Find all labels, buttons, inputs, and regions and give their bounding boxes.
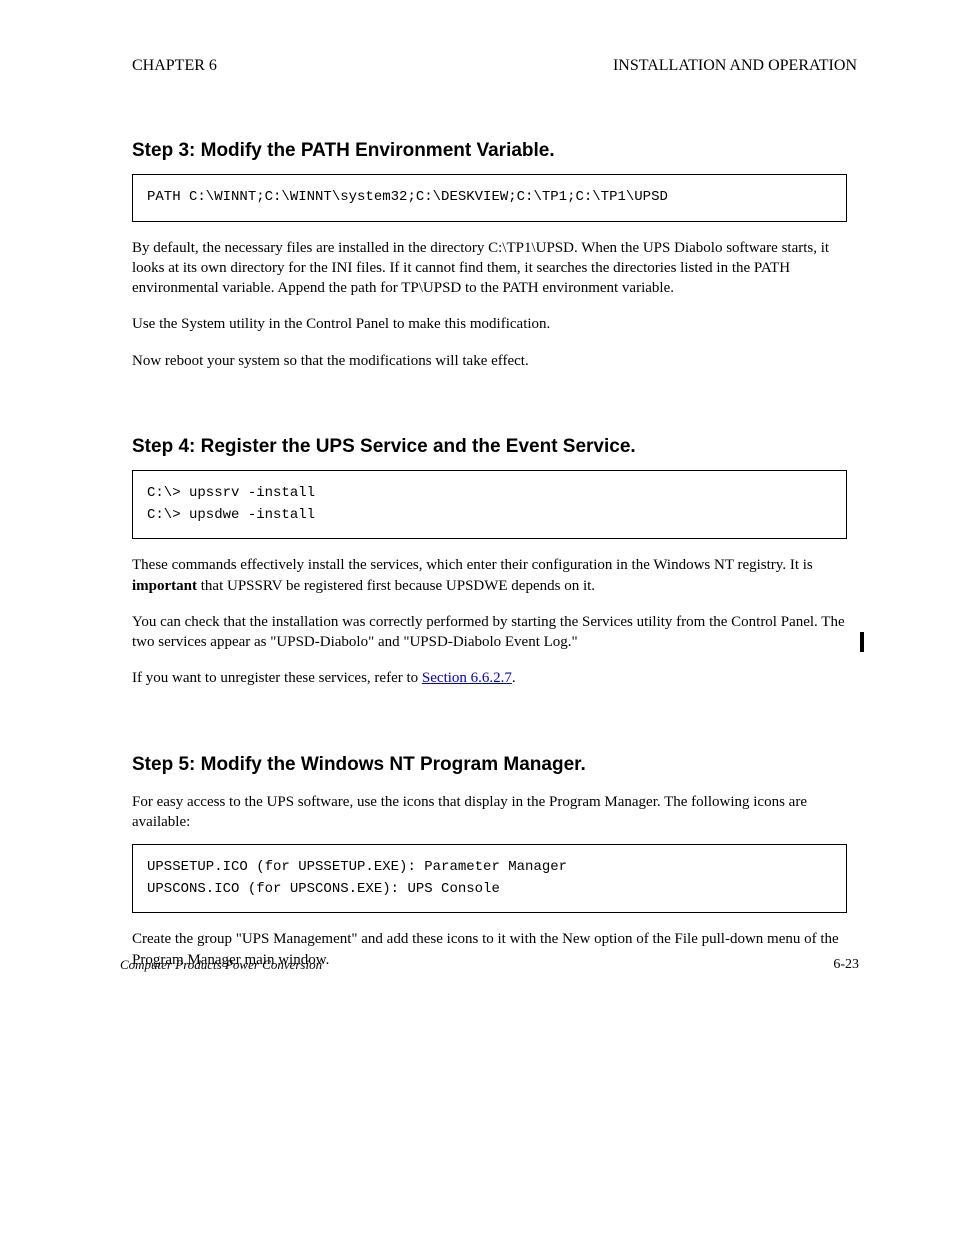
step5-title: Step 5: Modify the Windows NT Program Ma… bbox=[132, 754, 859, 776]
paragraph: For easy access to the UPS software, use… bbox=[132, 792, 847, 833]
bold-important: important bbox=[132, 578, 197, 594]
text-span: that UPSSRV be registered first because … bbox=[197, 578, 595, 594]
step3-code-box: PATH C:\WINNT;C:\WINNT\system32;C:\DESKV… bbox=[132, 174, 847, 222]
step3-body: By default, the necessary files are inst… bbox=[132, 238, 847, 371]
header-chapter: CHAPTER 6 bbox=[132, 57, 217, 75]
page-number: 6-23 bbox=[833, 957, 859, 973]
code-line: PATH C:\WINNT;C:\WINNT\system32;C:\DESKV… bbox=[147, 187, 832, 209]
code-line: UPSSETUP.ICO (for UPSSETUP.EXE): Paramet… bbox=[147, 857, 832, 879]
paragraph: Use the System utility in the Control Pa… bbox=[132, 314, 847, 334]
paragraph: You can check that the installation was … bbox=[132, 612, 847, 653]
step5-intro: For easy access to the UPS software, use… bbox=[132, 792, 847, 833]
code-line: C:\> upsdwe -install bbox=[147, 505, 832, 527]
header-section: INSTALLATION AND OPERATION bbox=[613, 57, 857, 75]
step3-title: Step 3: Modify the PATH Environment Vari… bbox=[132, 140, 859, 162]
code-line: UPSCONS.ICO (for UPSCONS.EXE): UPS Conso… bbox=[147, 879, 832, 901]
change-bar-icon bbox=[860, 632, 864, 652]
code-line: C:\> upssrv -install bbox=[147, 483, 832, 505]
text-span: If you want to unregister these services… bbox=[132, 670, 422, 686]
step5-code-box: UPSSETUP.ICO (for UPSSETUP.EXE): Paramet… bbox=[132, 844, 847, 913]
page-footer: Computer Products Power Conversion 6-23 bbox=[120, 957, 859, 973]
step4-code-box: C:\> upssrv -install C:\> upsdwe -instal… bbox=[132, 470, 847, 539]
paragraph: By default, the necessary files are inst… bbox=[132, 238, 847, 299]
step4-body: These commands effectively install the s… bbox=[132, 555, 847, 688]
cross-reference-link[interactable]: Section 6.6.2.7 bbox=[422, 670, 512, 686]
paragraph: If you want to unregister these services… bbox=[132, 668, 847, 688]
paragraph: Now reboot your system so that the modif… bbox=[132, 351, 847, 371]
text-span: These commands effectively install the s… bbox=[132, 557, 813, 573]
paragraph: These commands effectively install the s… bbox=[132, 555, 847, 596]
footer-text: Computer Products Power Conversion bbox=[120, 957, 322, 972]
text-span: . bbox=[512, 670, 516, 686]
step4-title: Step 4: Register the UPS Service and the… bbox=[132, 436, 859, 458]
